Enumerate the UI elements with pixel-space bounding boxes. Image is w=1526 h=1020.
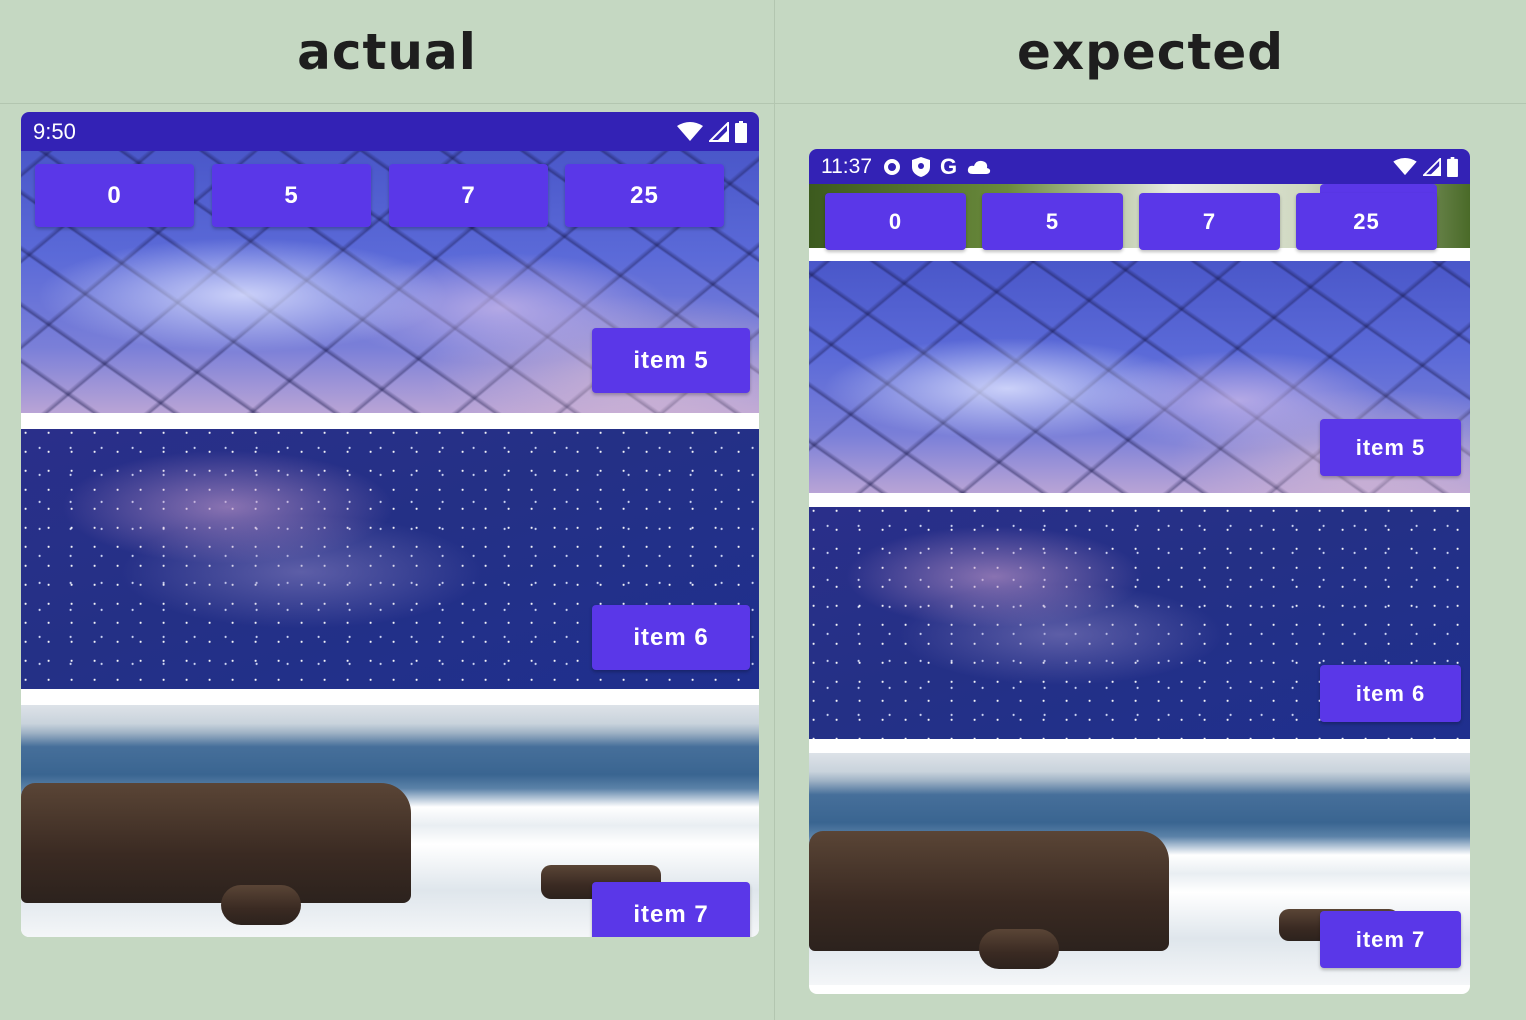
item-7-button[interactable]: item 7	[592, 882, 750, 937]
rock-shape	[21, 783, 411, 903]
status-bar: 9:50	[21, 112, 759, 151]
expected-phone-screen: 11:37 G 0 5 7 25 item 5 item 6 item 7	[809, 149, 1470, 994]
battery-icon	[1447, 156, 1458, 177]
rock-shape	[979, 929, 1059, 969]
gear-icon	[884, 158, 900, 175]
status-icons	[677, 120, 747, 143]
signal-icon	[1423, 157, 1441, 176]
cloud-icon	[967, 160, 991, 174]
top-button-0[interactable]: 0	[35, 164, 194, 227]
shield-icon	[912, 156, 930, 177]
actual-header: actual	[297, 22, 477, 81]
item-7-button[interactable]: item 7	[1320, 911, 1461, 968]
top-button-7[interactable]: 7	[1139, 193, 1280, 250]
status-left: 11:37 G	[821, 154, 991, 180]
top-button-25[interactable]: 25	[1296, 193, 1437, 250]
google-icon: G	[940, 153, 958, 179]
column-divider	[774, 0, 775, 1020]
top-button-5[interactable]: 5	[982, 193, 1123, 250]
top-button-0[interactable]: 0	[825, 193, 966, 250]
item-5-button[interactable]: item 5	[592, 328, 750, 393]
top-button-5[interactable]: 5	[212, 164, 371, 227]
item-6-button[interactable]: item 6	[1320, 665, 1461, 722]
wifi-icon	[677, 121, 703, 141]
top-button-7[interactable]: 7	[389, 164, 548, 227]
item-5-button[interactable]: item 5	[1320, 419, 1461, 476]
status-bar: 11:37 G	[809, 149, 1470, 184]
top-button-25[interactable]: 25	[565, 164, 724, 227]
header-divider	[0, 103, 1526, 104]
status-time: 9:50	[33, 118, 76, 144]
status-time: 11:37	[821, 154, 872, 178]
item-6-button[interactable]: item 6	[592, 605, 750, 670]
wifi-icon	[1393, 157, 1417, 175]
expected-header: expected	[1016, 22, 1285, 81]
battery-icon	[735, 120, 747, 143]
signal-icon	[709, 121, 729, 142]
status-icons	[1393, 156, 1458, 177]
actual-phone-screen: 9:50 0 5 7 25 item 5 item 6 item 7	[21, 112, 759, 937]
rock-shape	[221, 885, 301, 925]
